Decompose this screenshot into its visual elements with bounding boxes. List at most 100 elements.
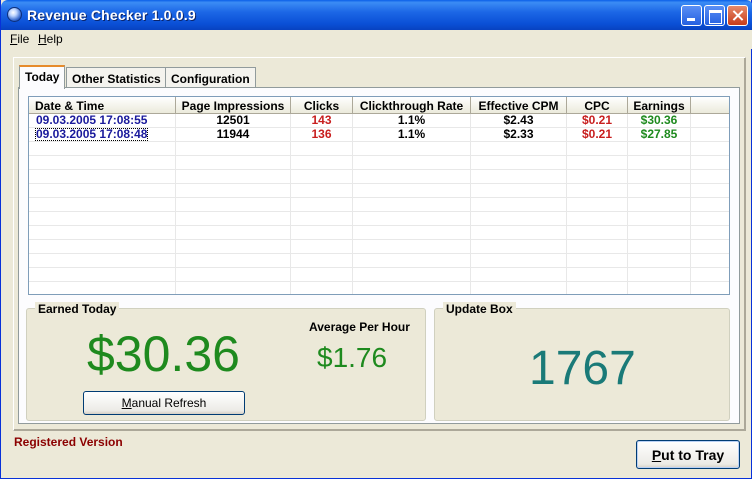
cell-date-time bbox=[29, 170, 176, 184]
tab-configuration[interactable]: Configuration bbox=[165, 67, 256, 88]
cell-clicks: 136 bbox=[291, 128, 353, 142]
cell-impressions: 11944 bbox=[176, 128, 291, 142]
cell-date-time bbox=[29, 254, 176, 268]
cell-cpc bbox=[567, 282, 628, 294]
cell-date-time bbox=[29, 268, 176, 282]
app-window: Revenue Checker 1.0.0.9 File Help Today … bbox=[0, 0, 752, 479]
cell-earnings bbox=[628, 268, 691, 282]
list-rows: 09.03.2005 17:08:55 12501 143 1.1% $2.43 $0.2… bbox=[29, 114, 729, 294]
empty-row bbox=[29, 254, 729, 268]
table-row[interactable]: 09.03.2005 17:08:55 12501 143 1.1% $2.43 $0.2… bbox=[29, 114, 729, 128]
maximize-button[interactable] bbox=[704, 5, 725, 26]
cell-clicks bbox=[291, 212, 353, 226]
table-row[interactable]: 09.03.2005 17:08:48 11944 136 1.1% $2.33 $0.2… bbox=[29, 128, 729, 142]
menu-help[interactable]: Help bbox=[38, 32, 63, 46]
average-per-hour-value: $1.76 bbox=[317, 342, 388, 373]
cell-cpc: $0.21 bbox=[567, 114, 628, 128]
cell-cpm bbox=[471, 170, 567, 184]
column-clickthrough-rate[interactable]: Clickthrough Rate bbox=[353, 97, 471, 114]
cell-earnings bbox=[628, 198, 691, 212]
cell-ctr bbox=[353, 212, 471, 226]
empty-row bbox=[29, 282, 729, 294]
cell-impressions bbox=[176, 142, 291, 156]
cell-clicks bbox=[291, 156, 353, 170]
put-to-tray-button[interactable]: Put to Tray bbox=[636, 440, 740, 469]
cell-earnings: $27.85 bbox=[628, 128, 691, 142]
cell-cpm bbox=[471, 212, 567, 226]
cell-filler bbox=[691, 128, 729, 142]
earned-today-label: Earned Today bbox=[35, 302, 120, 316]
cell-clicks: 143 bbox=[291, 114, 353, 128]
cell-impressions bbox=[176, 212, 291, 226]
close-button[interactable] bbox=[727, 5, 748, 26]
cell-impressions bbox=[176, 240, 291, 254]
cell-cpc bbox=[567, 184, 628, 198]
cell-filler bbox=[691, 156, 729, 170]
registered-version-label: Registered Version bbox=[14, 435, 123, 449]
list-header: Date & Time Page Impressions Clicks Clic… bbox=[29, 97, 729, 114]
cell-impressions bbox=[176, 282, 291, 294]
cell-date-time bbox=[29, 184, 176, 198]
column-clicks[interactable]: Clicks bbox=[291, 97, 353, 114]
revenue-list[interactable]: Date & Time Page Impressions Clicks Clic… bbox=[28, 96, 730, 295]
cell-earnings bbox=[628, 282, 691, 294]
empty-row bbox=[29, 212, 729, 226]
manual-refresh-button[interactable]: Manual Refresh bbox=[83, 391, 245, 415]
cell-cpm bbox=[471, 282, 567, 294]
cell-clicks bbox=[291, 142, 353, 156]
menu-file[interactable]: File bbox=[10, 32, 29, 46]
cell-cpm bbox=[471, 226, 567, 240]
tab-other-statistics[interactable]: Other Statistics bbox=[66, 67, 167, 88]
cell-earnings bbox=[628, 184, 691, 198]
cell-filler bbox=[691, 114, 729, 128]
cell-impressions bbox=[176, 254, 291, 268]
cell-ctr: 1.1% bbox=[353, 114, 471, 128]
app-icon[interactable] bbox=[7, 7, 22, 22]
cell-clicks bbox=[291, 282, 353, 294]
column-date-time[interactable]: Date & Time bbox=[29, 97, 176, 114]
cell-filler bbox=[691, 184, 729, 198]
cell-impressions bbox=[176, 156, 291, 170]
cell-cpm bbox=[471, 184, 567, 198]
empty-row bbox=[29, 198, 729, 212]
cell-cpm: $2.33 bbox=[471, 128, 567, 142]
cell-cpm bbox=[471, 268, 567, 282]
cell-cpm bbox=[471, 142, 567, 156]
cell-impressions: 12501 bbox=[176, 114, 291, 128]
cell-ctr bbox=[353, 254, 471, 268]
cell-cpc bbox=[567, 254, 628, 268]
cell-earnings bbox=[628, 226, 691, 240]
cell-cpm: $2.43 bbox=[471, 114, 567, 128]
cell-date-time bbox=[29, 156, 176, 170]
tab-today[interactable]: Today bbox=[19, 65, 66, 89]
column-cpc[interactable]: CPC bbox=[567, 97, 628, 114]
cell-cpm bbox=[471, 240, 567, 254]
cell-date-time: 09.03.2005 17:08:48 bbox=[29, 128, 176, 142]
title-bar[interactable]: Revenue Checker 1.0.0.9 bbox=[1, 0, 752, 30]
cell-cpm bbox=[471, 198, 567, 212]
cell-ctr: 1.1% bbox=[353, 128, 471, 142]
cell-date-time bbox=[29, 282, 176, 294]
cell-filler bbox=[691, 170, 729, 184]
empty-row bbox=[29, 142, 729, 156]
cell-impressions bbox=[176, 268, 291, 282]
column-effective-cpm[interactable]: Effective CPM bbox=[471, 97, 567, 114]
cell-impressions bbox=[176, 198, 291, 212]
cell-ctr bbox=[353, 268, 471, 282]
cell-earnings bbox=[628, 254, 691, 268]
minimize-button[interactable] bbox=[681, 5, 702, 26]
cell-clicks bbox=[291, 170, 353, 184]
empty-row bbox=[29, 156, 729, 170]
cell-cpc bbox=[567, 268, 628, 282]
window-title: Revenue Checker 1.0.0.9 bbox=[27, 7, 196, 23]
cell-date-time bbox=[29, 226, 176, 240]
cell-cpc: $0.21 bbox=[567, 128, 628, 142]
cell-ctr bbox=[353, 226, 471, 240]
empty-row bbox=[29, 170, 729, 184]
column-earnings[interactable]: Earnings bbox=[628, 97, 691, 114]
cell-date-time bbox=[29, 198, 176, 212]
average-per-hour-label: Average Per Hour bbox=[309, 320, 410, 334]
cell-impressions bbox=[176, 226, 291, 240]
cell-filler bbox=[691, 212, 729, 226]
column-page-impressions[interactable]: Page Impressions bbox=[176, 97, 291, 114]
